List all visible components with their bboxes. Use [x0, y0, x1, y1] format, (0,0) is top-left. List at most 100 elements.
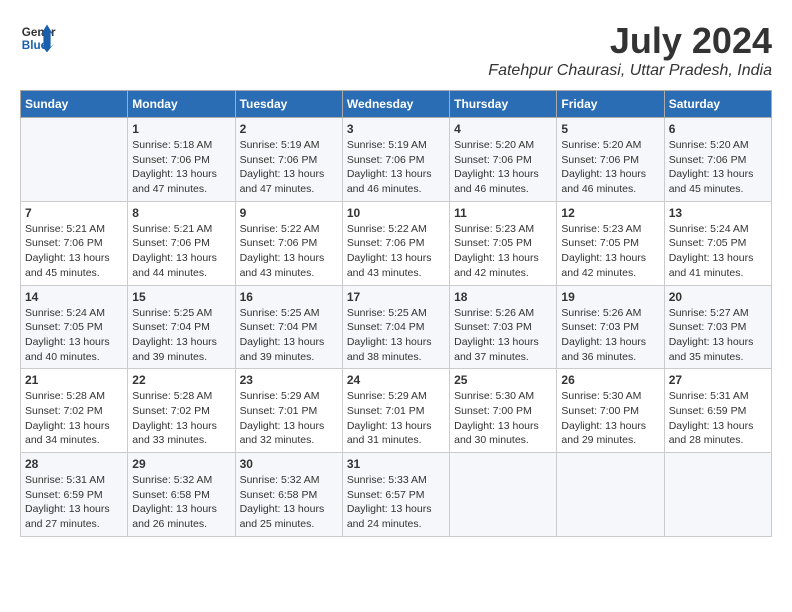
calendar-cell: 4Sunrise: 5:20 AM Sunset: 7:06 PM Daylig… [450, 118, 557, 202]
day-info: Sunrise: 5:28 AM Sunset: 7:02 PM Dayligh… [25, 389, 123, 448]
calendar-cell: 17 Sunrise: 5:25 AM Sunset: 7:04 PM Dayli… [342, 285, 449, 369]
calendar-cell: 9 Sunrise: 5:22 AM Sunset: 7:06 PM Daylig… [235, 201, 342, 285]
calendar-cell: 16 Sunrise: 5:25 AM Sunset: 7:04 PM Dayli… [235, 285, 342, 369]
main-title: July 2024 [488, 20, 772, 62]
calendar-cell: 14 Sunrise: 5:24 AM Sunset: 7:05 PM Dayli… [21, 285, 128, 369]
calendar-cell: 11 Sunrise: 5:23 AM Sunset: 7:05 PM Dayli… [450, 201, 557, 285]
day-number: 14 [25, 290, 123, 304]
calendar-cell: 29 Sunrise: 5:32 AM Sunset: 6:58 PM Dayli… [128, 453, 235, 537]
calendar-cell: 24 Sunrise: 5:29 AM Sunset: 7:01 PM Dayli… [342, 369, 449, 453]
calendar-cell: 1 Sunrise: 5:18 AM Sunset: 7:06 PM Daylig… [128, 118, 235, 202]
day-info: Sunrise: 5:31 AM Sunset: 6:59 PM Dayligh… [25, 473, 123, 532]
day-info: Sunrise: 5:26 AM Sunset: 7:03 PM Dayligh… [561, 306, 659, 365]
calendar-cell: 2Sunrise: 5:19 AM Sunset: 7:06 PM Daylig… [235, 118, 342, 202]
day-info: Sunrise: 5:21 AM Sunset: 7:06 PM Dayligh… [132, 222, 230, 281]
calendar-cell: 28 Sunrise: 5:31 AM Sunset: 6:59 PM Dayli… [21, 453, 128, 537]
day-header-monday: Monday [128, 91, 235, 118]
day-info: Sunrise: 5:32 AM Sunset: 6:58 PM Dayligh… [240, 473, 338, 532]
calendar-cell: 3 Sunrise: 5:19 AM Sunset: 7:06 PM Daylig… [342, 118, 449, 202]
calendar-cell: 20 Sunrise: 5:27 AM Sunset: 7:03 PM Dayli… [664, 285, 771, 369]
day-info: Sunrise: 5:32 AM Sunset: 6:58 PM Dayligh… [132, 473, 230, 532]
calendar-cell: 25 Sunrise: 5:30 AM Sunset: 7:00 PM Dayli… [450, 369, 557, 453]
day-info: Sunrise: 5:22 AM Sunset: 7:06 PM Dayligh… [240, 222, 338, 281]
day-number: 26 [561, 373, 659, 387]
day-info: Sunrise: 5:30 AM Sunset: 7:00 PM Dayligh… [561, 389, 659, 448]
day-info: Sunrise: 5:25 AM Sunset: 7:04 PM Dayligh… [240, 306, 338, 365]
day-number: 19 [561, 290, 659, 304]
day-header-wednesday: Wednesday [342, 91, 449, 118]
day-info: Sunrise: 5:24 AM Sunset: 7:05 PM Dayligh… [669, 222, 767, 281]
calendar-cell: 22Sunrise: 5:28 AM Sunset: 7:02 PM Dayli… [128, 369, 235, 453]
calendar-cell: 6 Sunrise: 5:20 AM Sunset: 7:06 PM Daylig… [664, 118, 771, 202]
day-info: Sunrise: 5:33 AM Sunset: 6:57 PM Dayligh… [347, 473, 445, 532]
day-number: 16 [240, 290, 338, 304]
day-info: Sunrise: 5:29 AM Sunset: 7:01 PM Dayligh… [347, 389, 445, 448]
day-header-sunday: Sunday [21, 91, 128, 118]
day-number: 17 [347, 290, 445, 304]
day-number: 20 [669, 290, 767, 304]
day-number: 31 [347, 457, 445, 471]
day-number: 6 [669, 122, 767, 136]
day-header-thursday: Thursday [450, 91, 557, 118]
day-info: Sunrise: 5:27 AM Sunset: 7:03 PM Dayligh… [669, 306, 767, 365]
day-info: Sunrise: 5:19 AM Sunset: 7:06 PM Dayligh… [347, 138, 445, 197]
calendar-cell: 19 Sunrise: 5:26 AM Sunset: 7:03 PM Dayli… [557, 285, 664, 369]
calendar-cell: 31 Sunrise: 5:33 AM Sunset: 6:57 PM Dayli… [342, 453, 449, 537]
day-number: 9 [240, 206, 338, 220]
day-number: 5 [561, 122, 659, 136]
day-info: Sunrise: 5:18 AM Sunset: 7:06 PM Dayligh… [132, 138, 230, 197]
day-number: 29 [132, 457, 230, 471]
calendar-cell: 13 Sunrise: 5:24 AM Sunset: 7:05 PM Dayli… [664, 201, 771, 285]
day-number: 1 [132, 122, 230, 136]
day-number: 11 [454, 206, 552, 220]
calendar-cell: 23 Sunrise: 5:29 AM Sunset: 7:01 PM Dayli… [235, 369, 342, 453]
day-number: 28 [25, 457, 123, 471]
day-number: 2 [240, 122, 338, 136]
calendar-week-4: 21 Sunrise: 5:28 AM Sunset: 7:02 PM Dayli… [21, 369, 772, 453]
day-info: Sunrise: 5:22 AM Sunset: 7:06 PM Dayligh… [347, 222, 445, 281]
subtitle: Fatehpur Chaurasi, Uttar Pradesh, India [488, 62, 772, 80]
day-number: 12 [561, 206, 659, 220]
day-info: Sunrise: 5:20 AM Sunset: 7:06 PM Dayligh… [561, 138, 659, 197]
day-number: 8 [132, 206, 230, 220]
day-header-friday: Friday [557, 91, 664, 118]
day-info: Sunrise: 5:24 AM Sunset: 7:05 PM Dayligh… [25, 306, 123, 365]
day-number: 22 [132, 373, 230, 387]
calendar-week-5: 28 Sunrise: 5:31 AM Sunset: 6:59 PM Dayli… [21, 453, 772, 537]
day-number: 27 [669, 373, 767, 387]
calendar-week-2: 7Sunrise: 5:21 AM Sunset: 7:06 PM Daylig… [21, 201, 772, 285]
day-info: Sunrise: 5:29 AM Sunset: 7:01 PM Dayligh… [240, 389, 338, 448]
calendar-cell: 10 Sunrise: 5:22 AM Sunset: 7:06 PM Dayli… [342, 201, 449, 285]
calendar-cell: 7Sunrise: 5:21 AM Sunset: 7:06 PM Daylig… [21, 201, 128, 285]
calendar-cell [557, 453, 664, 537]
calendar-cell: 26 Sunrise: 5:30 AM Sunset: 7:00 PM Dayli… [557, 369, 664, 453]
calendar-body: 1 Sunrise: 5:18 AM Sunset: 7:06 PM Daylig… [21, 118, 772, 537]
day-info: Sunrise: 5:30 AM Sunset: 7:00 PM Dayligh… [454, 389, 552, 448]
day-info: Sunrise: 5:21 AM Sunset: 7:06 PM Dayligh… [25, 222, 123, 281]
day-header-saturday: Saturday [664, 91, 771, 118]
day-info: Sunrise: 5:20 AM Sunset: 7:06 PM Dayligh… [454, 138, 552, 197]
calendar-cell: 18Sunrise: 5:26 AM Sunset: 7:03 PM Dayli… [450, 285, 557, 369]
day-number: 3 [347, 122, 445, 136]
calendar-cell: 30Sunrise: 5:32 AM Sunset: 6:58 PM Dayli… [235, 453, 342, 537]
day-info: Sunrise: 5:31 AM Sunset: 6:59 PM Dayligh… [669, 389, 767, 448]
day-info: Sunrise: 5:25 AM Sunset: 7:04 PM Dayligh… [132, 306, 230, 365]
calendar-cell [664, 453, 771, 537]
day-number: 21 [25, 373, 123, 387]
calendar-cell: 27 Sunrise: 5:31 AM Sunset: 6:59 PM Dayli… [664, 369, 771, 453]
day-number: 25 [454, 373, 552, 387]
day-info: Sunrise: 5:20 AM Sunset: 7:06 PM Dayligh… [669, 138, 767, 197]
logo: General Blue [20, 20, 56, 56]
day-number: 23 [240, 373, 338, 387]
logo-icon: General Blue [20, 20, 56, 56]
calendar-cell: 5 Sunrise: 5:20 AM Sunset: 7:06 PM Daylig… [557, 118, 664, 202]
day-number: 10 [347, 206, 445, 220]
calendar-week-1: 1 Sunrise: 5:18 AM Sunset: 7:06 PM Daylig… [21, 118, 772, 202]
day-info: Sunrise: 5:25 AM Sunset: 7:04 PM Dayligh… [347, 306, 445, 365]
calendar-cell [21, 118, 128, 202]
day-info: Sunrise: 5:23 AM Sunset: 7:05 PM Dayligh… [454, 222, 552, 281]
calendar-cell: 12Sunrise: 5:23 AM Sunset: 7:05 PM Dayli… [557, 201, 664, 285]
calendar-cell: 8 Sunrise: 5:21 AM Sunset: 7:06 PM Daylig… [128, 201, 235, 285]
day-number: 13 [669, 206, 767, 220]
day-number: 24 [347, 373, 445, 387]
